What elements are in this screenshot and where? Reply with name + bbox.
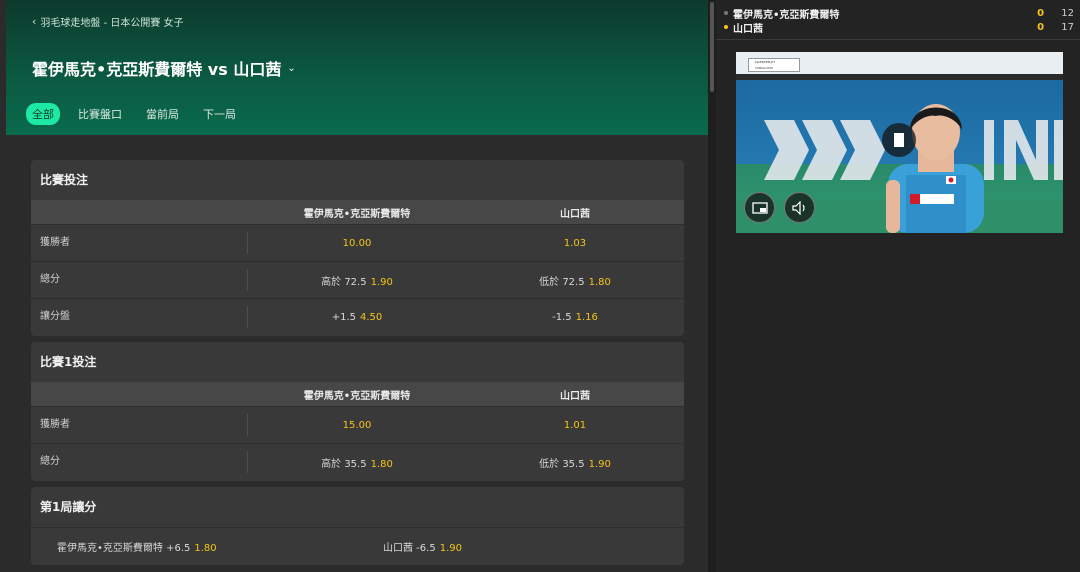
serve-indicator <box>724 25 728 29</box>
scoreboard-row: 霍伊馬克•克亞斯費爾特 0 12 <box>724 6 1074 21</box>
odds-button[interactable]: 山口茜 -6.5 1.90 <box>357 539 684 554</box>
breadcrumb-label[interactable]: 羽毛球走地盤 - 日本公開賽 女子 <box>40 14 183 29</box>
row-label: 讓分盤 <box>31 306 248 328</box>
video-scorebug: KJAERSFELDT YAMAGUCHI <box>748 58 800 72</box>
market-card-game1-handicap: 第1局讓分 霍伊馬克•克亞斯費爾特 +6.5 1.80 山口茜 -6.5 1.90 <box>31 487 684 565</box>
odds-button[interactable]: 低於 35.5 1.90 <box>466 455 684 470</box>
market-card-match: 比賽投注 霍伊馬克•克亞斯費爾特 山口茜 獲勝者 10.00 1.03 總分 高… <box>31 160 684 336</box>
chevron-down-icon[interactable]: ⌄ <box>287 63 295 74</box>
row-label: 總分 <box>31 269 248 291</box>
player-sets: 0 <box>1037 21 1045 33</box>
row-label: 獲勝者 <box>31 414 248 436</box>
serve-indicator <box>724 11 728 15</box>
market-row: 獲勝者 10.00 1.03 <box>31 224 684 261</box>
team-b-header: 山口茜 <box>560 390 590 402</box>
divider <box>716 39 1080 40</box>
market-title[interactable]: 第1局讓分 <box>31 487 684 527</box>
chevron-left-icon[interactable]: ‹ <box>32 15 36 28</box>
match-title[interactable]: 霍伊馬克•克亞斯費爾特 vs 山口茜 ⌄ <box>32 56 296 80</box>
row-label: 獲勝者 <box>31 232 248 254</box>
scrollbar-thumb[interactable] <box>710 2 714 92</box>
volume-button[interactable] <box>784 192 815 223</box>
odds-button[interactable]: +1.5 4.50 <box>248 312 466 323</box>
odds-button[interactable]: 霍伊馬克•克亞斯費爾特 +6.5 1.80 <box>31 539 357 554</box>
team-a-header: 霍伊馬克•克亞斯費爾特 <box>303 208 411 220</box>
odds-button[interactable]: 1.03 <box>466 238 684 249</box>
player-points: 17 <box>1061 21 1074 33</box>
market-title[interactable]: 比賽投注 <box>31 160 684 200</box>
tab-current-game[interactable]: 當前局 <box>140 103 185 125</box>
tab-next-game[interactable]: 下一局 <box>197 103 242 125</box>
tab-all[interactable]: 全部 <box>26 103 60 125</box>
market-row: 霍伊馬克•克亞斯費爾特 +6.5 1.80 山口茜 -6.5 1.90 <box>31 527 684 564</box>
odds-button[interactable]: 高於 72.5 1.90 <box>248 273 466 288</box>
picture-in-picture-icon <box>751 201 768 214</box>
market-title[interactable]: 比賽1投注 <box>31 342 684 382</box>
market-row: 總分 高於 72.5 1.90 低於 72.5 1.80 <box>31 261 684 298</box>
market-tabs: 全部 比賽盤口 當前局 下一局 <box>26 103 242 125</box>
row-label: 總分 <box>31 451 248 473</box>
column-header: 霍伊馬克•克亞斯費爾特 山口茜 <box>31 200 684 224</box>
player-points: 12 <box>1061 7 1074 19</box>
column-header: 霍伊馬克•克亞斯費爾特 山口茜 <box>31 382 684 406</box>
speaker-icon <box>791 200 805 215</box>
breadcrumb[interactable]: ‹ 羽毛球走地盤 - 日本公開賽 女子 <box>32 14 184 29</box>
player-name: 山口茜 <box>732 23 763 35</box>
market-row: 獲勝者 15.00 1.01 <box>31 406 684 443</box>
match-title-text: 霍伊馬克•克亞斯費爾特 vs 山口茜 <box>32 60 282 79</box>
market-row: 總分 高於 35.5 1.80 低於 35.5 1.90 <box>31 443 684 480</box>
live-panel: 霍伊馬克•克亞斯費爾特 0 12 山口茜 0 17 KJAERSFELDT YA… <box>716 0 1080 572</box>
team-b-header: 山口茜 <box>560 208 590 220</box>
main-column: ‹ 羽毛球走地盤 - 日本公開賽 女子 霍伊馬克•克亞斯費爾特 vs 山口茜 ⌄… <box>0 0 708 572</box>
odds-button[interactable]: -1.5 1.16 <box>466 312 684 323</box>
odds-button[interactable]: 高於 35.5 1.80 <box>248 455 466 470</box>
scorebug-line: YAMAGUCHI <box>755 66 773 70</box>
live-video[interactable]: KJAERSFELDT YAMAGUCHI <box>736 52 1063 233</box>
odds-button[interactable]: 1.01 <box>466 420 684 431</box>
market-row: 讓分盤 +1.5 4.50 -1.5 1.16 <box>31 298 684 335</box>
odds-button[interactable]: 15.00 <box>248 420 466 431</box>
picture-in-picture-button[interactable] <box>744 192 775 223</box>
player-sets: 0 <box>1037 7 1045 19</box>
match-header: ‹ 羽毛球走地盤 - 日本公開賽 女子 霍伊馬克•克亞斯費爾特 vs 山口茜 ⌄… <box>6 0 708 135</box>
market-card-game1: 比賽1投注 霍伊馬克•克亞斯費爾特 山口茜 獲勝者 15.00 1.01 總分 … <box>31 342 684 481</box>
team-a-header: 霍伊馬克•克亞斯費爾特 <box>303 390 411 402</box>
scrollbar[interactable] <box>708 0 716 572</box>
scoreboard-row: 山口茜 0 17 <box>724 20 1074 35</box>
odds-button[interactable]: 低於 72.5 1.80 <box>466 273 684 288</box>
player-name: 霍伊馬克•克亞斯費爾特 <box>732 9 840 21</box>
tab-match-markets[interactable]: 比賽盤口 <box>72 103 128 125</box>
odds-button[interactable]: 10.00 <box>248 238 466 249</box>
